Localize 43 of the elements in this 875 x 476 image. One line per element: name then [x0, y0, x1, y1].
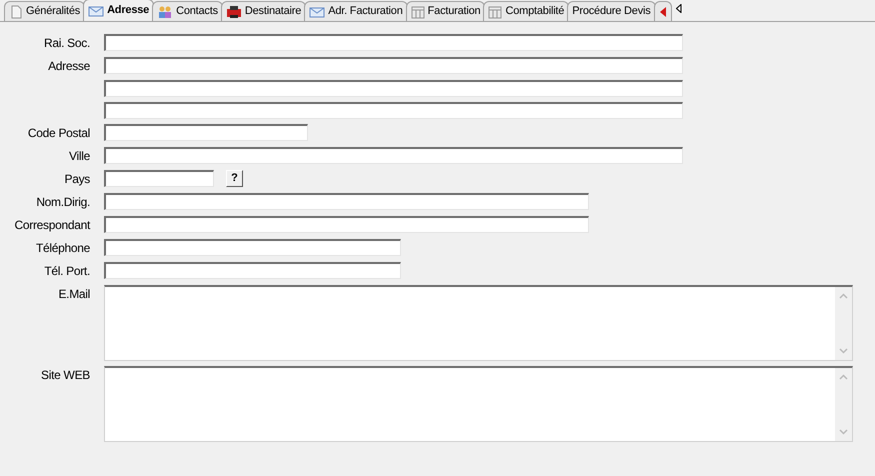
- tab[interactable]: Facturation: [406, 1, 486, 21]
- input-field[interactable]: [104, 239, 401, 256]
- help-button[interactable]: ?: [226, 170, 243, 187]
- document-icon: [9, 4, 23, 18]
- field-label: Tél. Port.: [44, 263, 90, 280]
- text-area[interactable]: [104, 366, 853, 442]
- field-label: Pays: [64, 171, 90, 188]
- tab-icon: [658, 6, 667, 18]
- field-label: Site WEB: [41, 367, 90, 384]
- text-area[interactable]: [104, 285, 853, 361]
- input-field[interactable]: [104, 147, 683, 164]
- people-icon: [157, 4, 174, 18]
- input-field[interactable]: [104, 34, 683, 51]
- field-label: Adresse: [48, 58, 90, 75]
- tab[interactable]: Adr. Facturation: [304, 1, 408, 21]
- tab[interactable]: Généralités: [4, 1, 86, 21]
- field-label: Ville: [69, 148, 90, 165]
- tab[interactable]: Procédure Devis: [567, 1, 656, 21]
- field-label: Correspondant: [14, 217, 90, 234]
- input-field[interactable]: [104, 262, 401, 279]
- tab[interactable]: Adresse: [83, 0, 154, 21]
- field-label: E.Mail: [58, 286, 90, 303]
- input-field[interactable]: [104, 193, 589, 210]
- input-field[interactable]: [104, 124, 308, 141]
- tab[interactable]: Comptabilité: [483, 1, 570, 21]
- field-label: Nom.Dirig.: [36, 194, 90, 211]
- field-label: Rai. Soc.: [44, 35, 90, 52]
- input-field[interactable]: [104, 102, 683, 119]
- tab[interactable]: [654, 1, 672, 21]
- input-field[interactable]: [104, 57, 683, 74]
- field-label: Code Postal: [28, 125, 90, 142]
- scroll-left-icon[interactable]: [676, 4, 682, 13]
- input-field[interactable]: [104, 80, 683, 97]
- table-icon: [410, 4, 425, 18]
- field-label: Téléphone: [36, 240, 90, 257]
- table-icon: [488, 4, 502, 18]
- input-field[interactable]: [104, 216, 589, 233]
- envelope-icon: [88, 4, 104, 18]
- tab[interactable]: Destinataire: [220, 1, 306, 21]
- printer-icon: [226, 4, 242, 18]
- input-field[interactable]: [104, 170, 214, 187]
- tab[interactable]: Contacts: [152, 1, 223, 21]
- envelope-icon: [309, 4, 326, 18]
